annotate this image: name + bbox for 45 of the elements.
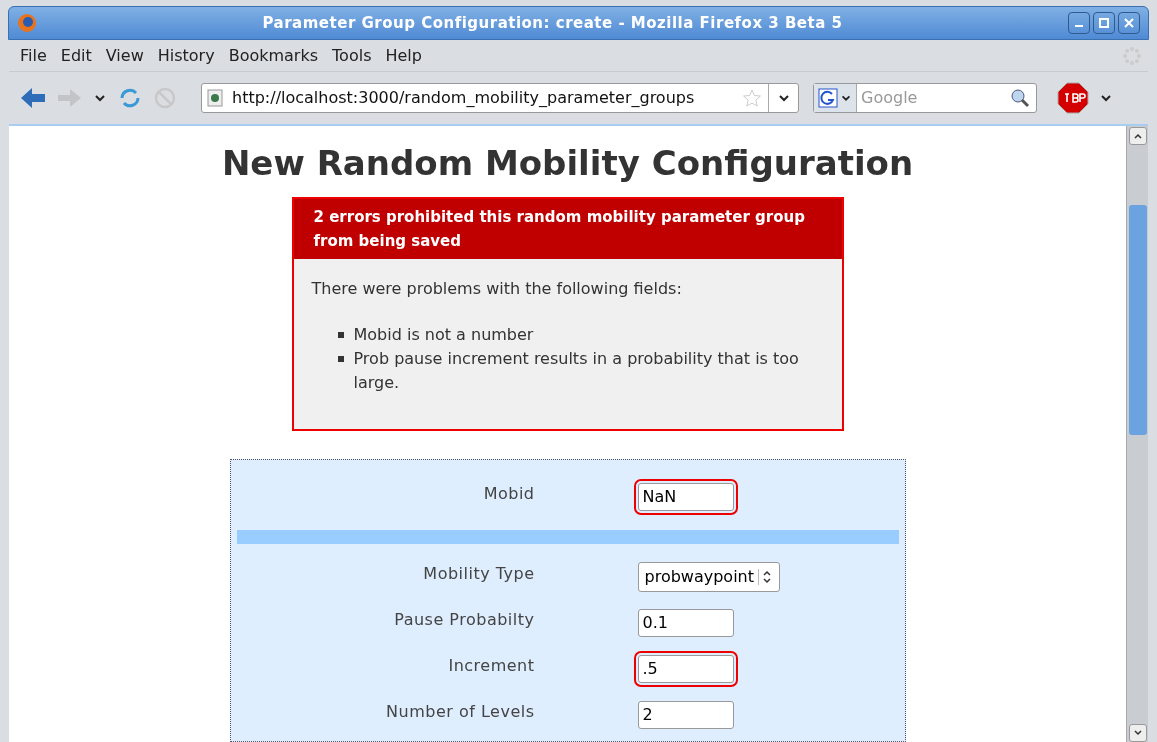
updown-icon	[758, 568, 773, 585]
menu-item[interactable]: File	[15, 43, 52, 68]
scroll-up-icon[interactable]	[1132, 131, 1143, 141]
scroll-down-icon[interactable]	[1132, 728, 1143, 738]
text-field[interactable]: 0.1	[637, 608, 734, 637]
firefox-icon	[17, 13, 37, 33]
bullet-icon	[337, 355, 344, 362]
minimize-button[interactable]	[1068, 12, 1090, 34]
scroll-thumb[interactable]	[1128, 205, 1147, 435]
search-bar[interactable]: Google	[813, 83, 1037, 113]
scrollbar[interactable]	[1126, 126, 1148, 742]
maximize-icon	[1098, 17, 1110, 29]
url-text: http://localhost:3000/random_mobility_parameter_groups	[232, 87, 695, 109]
error-intro: There were problems with the following fields:	[311, 277, 683, 300]
field-label: Increment	[447, 654, 535, 677]
menu-item[interactable]: Tools	[327, 43, 377, 68]
error-title: 2 errors prohibited this random mobility parameter group from being saved	[313, 206, 806, 252]
menu-item[interactable]: Bookmarks	[223, 43, 324, 68]
error-message: Prob pause increment results in a probability that is too large.	[353, 347, 800, 394]
close-button[interactable]	[1118, 12, 1140, 34]
search-field[interactable]: Google	[857, 86, 1010, 110]
address-bar[interactable]: http://localhost:3000/random_mobility_parameter_groups	[201, 83, 799, 113]
mobility-type-select[interactable]: probwaypoint	[637, 561, 780, 592]
menu-item[interactable]: View	[100, 43, 149, 68]
page-heading: New Random Mobility Configuration	[221, 142, 914, 185]
page-icon	[205, 88, 225, 108]
search-engine-icon[interactable]	[818, 88, 838, 108]
field-label: Pause Probabilty	[393, 608, 535, 631]
window-title: Parameter Group Configuration: create - Mozilla Firefox 3 Beta 5	[261, 12, 844, 34]
menu-item[interactable]: Edit	[55, 43, 97, 68]
menu-item[interactable]: Help	[380, 43, 427, 68]
close-icon	[1123, 17, 1135, 29]
maximize-button[interactable]	[1093, 12, 1115, 34]
back-icon[interactable]	[19, 86, 47, 110]
search-icon[interactable]	[1010, 88, 1030, 108]
text-field[interactable]: 2	[637, 700, 734, 729]
minimize-icon	[1075, 25, 1083, 27]
stop-sign-icon[interactable]	[1057, 82, 1089, 114]
field-label: Mobid	[482, 482, 535, 505]
field-label: Mobility Type	[422, 562, 535, 585]
menu-item[interactable]: History	[152, 43, 220, 68]
field-label: Number of Levels	[385, 700, 535, 723]
star-icon[interactable]	[742, 88, 762, 108]
error-message: Mobid is not a number	[353, 323, 534, 346]
bullet-icon	[337, 331, 344, 338]
